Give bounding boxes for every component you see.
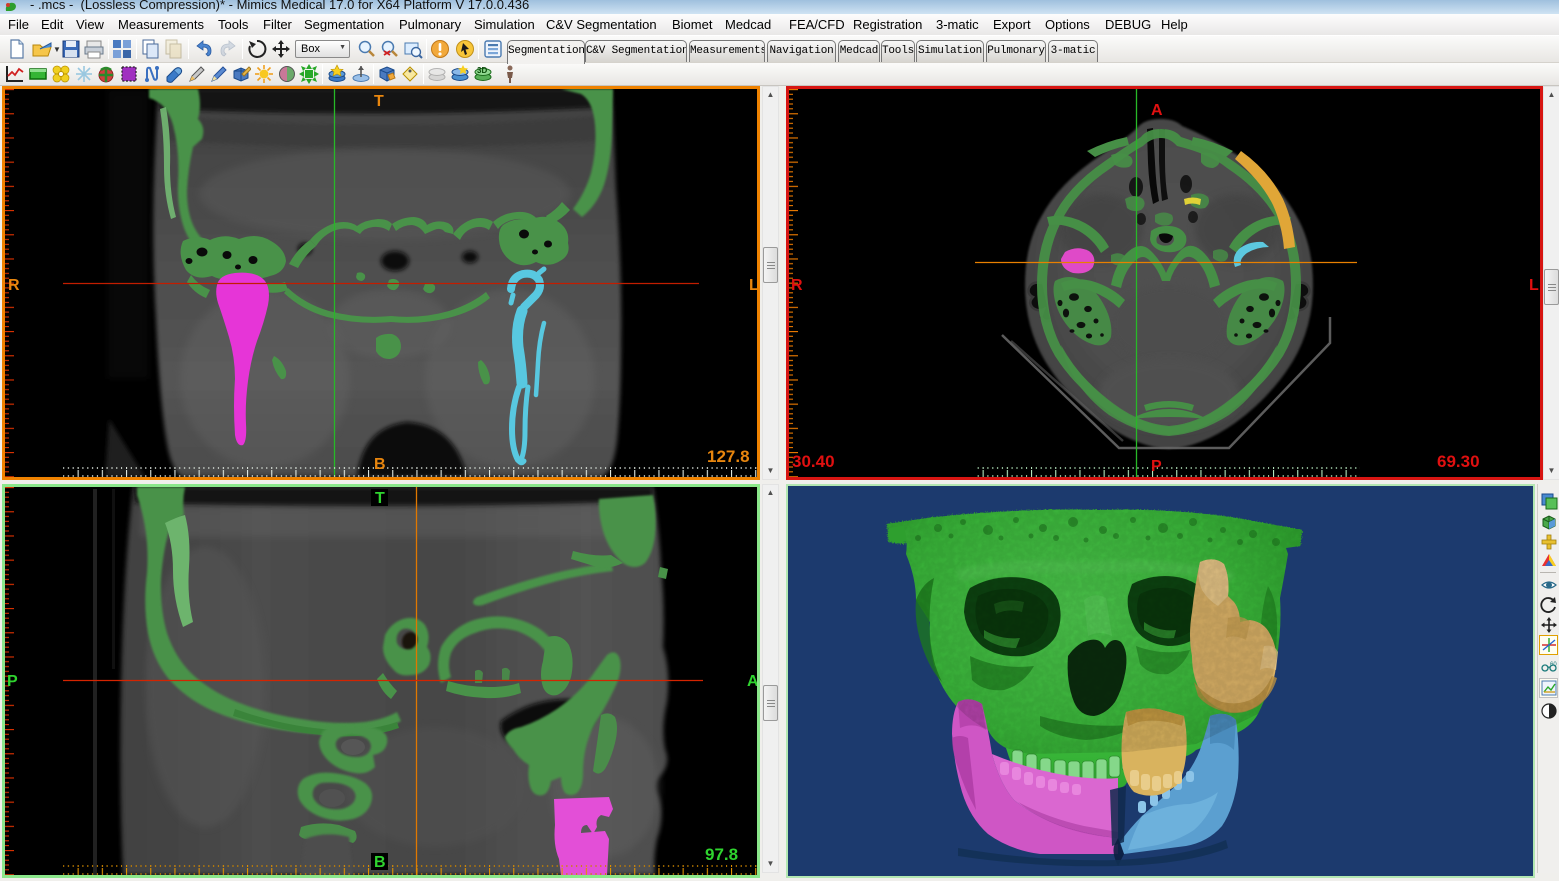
svg-text:B: B: [374, 854, 386, 871]
svg-text:97.8: 97.8: [705, 845, 738, 864]
svg-text:P: P: [1151, 458, 1162, 475]
svg-text:P: P: [7, 673, 18, 690]
svg-text:A: A: [747, 673, 757, 690]
svg-text:60: 60: [1550, 662, 1557, 668]
svg-text:A: A: [1151, 102, 1163, 119]
svg-text:T: T: [375, 490, 385, 507]
svg-text:R: R: [8, 277, 20, 294]
svg-text:L: L: [1529, 277, 1539, 294]
svg-text:T: T: [374, 93, 384, 110]
svg-text:L: L: [749, 277, 757, 294]
svg-text:30.40: 30.40: [792, 452, 835, 471]
svg-text:R: R: [791, 277, 803, 294]
svg-text:69.30: 69.30: [1437, 452, 1480, 471]
svg-text:B: B: [374, 456, 386, 473]
svg-text:3D: 3D: [477, 66, 487, 75]
svg-text:127.8: 127.8: [707, 447, 750, 466]
